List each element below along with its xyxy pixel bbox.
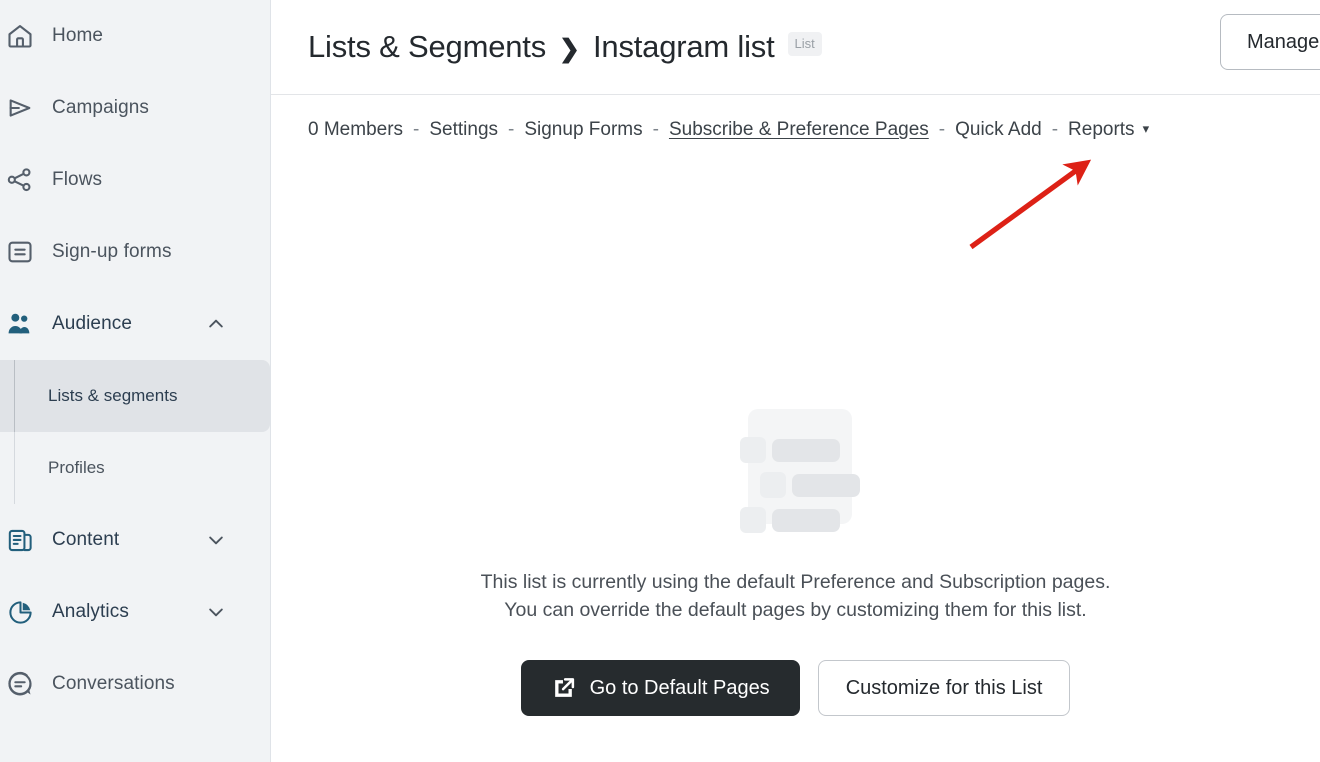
chevron-down-icon[interactable] [206, 602, 226, 622]
send-icon [4, 92, 36, 124]
sidebar-item-label: Flows [52, 169, 103, 190]
sidebar-subnav-audience: Lists & segments Profiles [0, 360, 270, 504]
illustration-checkbox [740, 437, 766, 463]
tab-settings[interactable]: Settings [429, 119, 498, 141]
go-to-default-pages-label: Go to Default Pages [589, 676, 770, 699]
tab-members[interactable]: 0 Members [308, 119, 403, 141]
tab-quick-add[interactable]: Quick Add [955, 119, 1042, 141]
external-link-icon [551, 676, 576, 701]
page-title: Instagram list [592, 29, 775, 64]
breadcrumb-separator-icon: ❯ [559, 35, 580, 63]
sidebar-item-label: Content [52, 529, 120, 550]
illustration-checkbox [760, 472, 786, 498]
tab-reports-label: Reports [1068, 119, 1135, 140]
flows-icon [4, 164, 36, 196]
signup-forms-icon [4, 236, 36, 268]
sidebar-item-label: Audience [52, 313, 133, 334]
illustration-bar [792, 474, 860, 497]
go-to-default-pages-button[interactable]: Go to Default Pages [520, 660, 800, 716]
chevron-down-icon: ▾ [1142, 121, 1150, 136]
sidebar-item-lists-and-segments[interactable]: Lists & segments [0, 360, 270, 432]
tab-separator: - [652, 119, 659, 140]
preference-pages-placeholder-illustration [738, 405, 860, 533]
breadcrumb-parent[interactable]: Lists & Segments [308, 29, 546, 65]
sidebar-subitem-label: Lists & segments [48, 386, 178, 405]
empty-state-actions: Go to Default Pages Customize for this L… [520, 660, 1071, 716]
page-header: Lists & Segments ❯ Instagram list List M… [271, 0, 1320, 95]
tab-separator: - [413, 119, 420, 140]
content-icon [4, 524, 36, 556]
tab-signup-forms[interactable]: Signup Forms [524, 119, 642, 141]
sidebar-item-flows[interactable]: Flows [0, 144, 270, 216]
sidebar-item-label: Campaigns [52, 97, 150, 118]
status-badge: List [787, 32, 822, 56]
audience-icon [4, 308, 36, 340]
sidebar-item-campaigns[interactable]: Campaigns [0, 72, 270, 144]
tab-subscribe-and-preference-pages[interactable]: Subscribe & Preference Pages [669, 119, 929, 141]
sidebar-item-analytics[interactable]: Analytics [0, 576, 270, 648]
home-icon [4, 20, 36, 52]
empty-state: This list is currently using the default… [271, 160, 1320, 716]
customize-for-this-list-button[interactable]: Customize for this List [817, 660, 1071, 716]
manage-button[interactable]: Manage [1220, 14, 1320, 70]
sidebar-item-content[interactable]: Content [0, 504, 270, 576]
sidebar-item-audience[interactable]: Audience [0, 288, 270, 360]
tab-bar: 0 Members - Settings - Signup Forms - Su… [271, 95, 1320, 141]
sidebar-item-signup-forms[interactable]: Sign-up forms [0, 216, 270, 288]
chevron-up-icon[interactable] [206, 314, 226, 334]
sidebar-item-label: Home [52, 25, 104, 46]
sidebar-item-label: Sign-up forms [52, 241, 172, 262]
sidebar: Home Campaigns Flows Sign-up forms Audie… [0, 0, 271, 762]
illustration-bar [772, 509, 840, 532]
tab-separator: - [1051, 119, 1059, 140]
tab-separator: - [508, 119, 515, 140]
analytics-icon [4, 596, 36, 628]
sidebar-item-profiles[interactable]: Profiles [0, 432, 270, 504]
app-root: Home Campaigns Flows Sign-up forms Audie… [0, 0, 1320, 762]
sidebar-item-label: Conversations [52, 673, 175, 694]
conversations-icon [4, 668, 36, 700]
sidebar-item-label: Analytics [52, 601, 129, 622]
chevron-down-icon[interactable] [206, 530, 226, 550]
illustration-bar [772, 439, 840, 462]
main-content: Lists & Segments ❯ Instagram list List M… [271, 0, 1320, 762]
sidebar-subitem-label: Profiles [48, 458, 105, 477]
tab-separator: - [938, 119, 946, 140]
sidebar-item-conversations[interactable]: Conversations [0, 648, 270, 720]
tab-reports[interactable]: Reports ▾ [1068, 119, 1149, 141]
sidebar-item-home[interactable]: Home [0, 0, 270, 72]
illustration-panel [748, 409, 852, 524]
empty-state-message: This list is currently using the default… [480, 571, 1111, 621]
illustration-checkbox [740, 507, 766, 533]
breadcrumb: Lists & Segments ❯ Instagram list List [308, 29, 822, 65]
